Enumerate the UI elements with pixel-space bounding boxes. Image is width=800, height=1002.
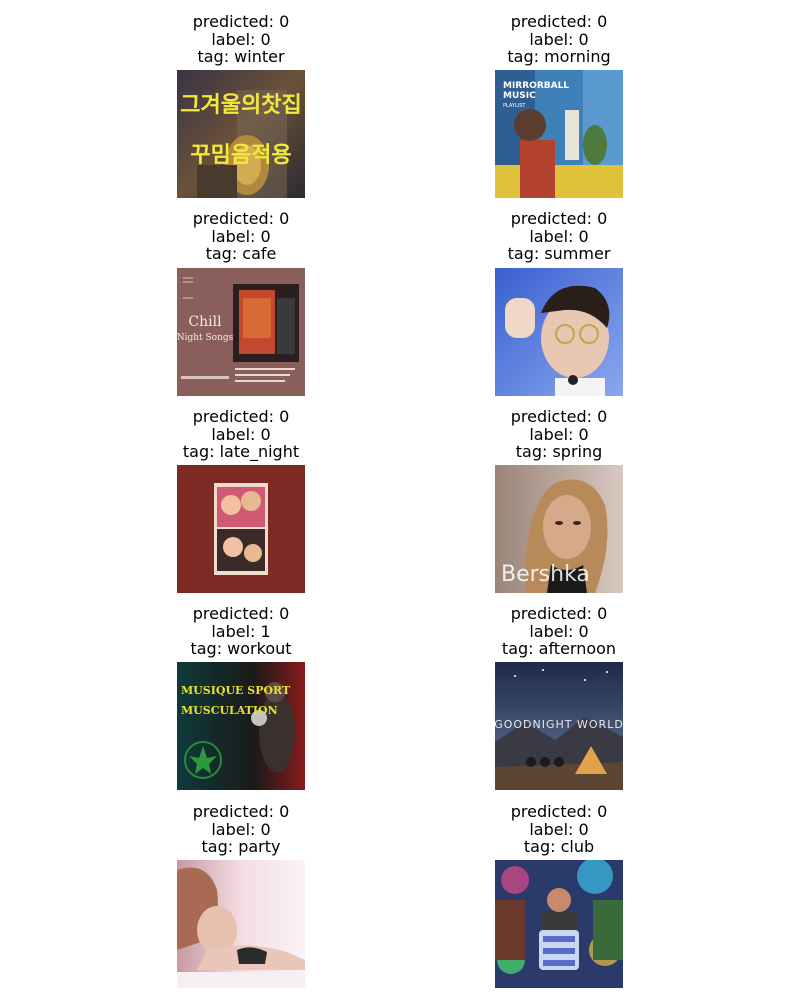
sample-cell: predicted: 0 label: 0 tag: afternoon [399, 605, 719, 658]
label-text: label: 0 [529, 819, 589, 839]
thumbnail-text: 그겨울의찻집 [180, 93, 301, 118]
tag-text: tag: afternoon [501, 639, 617, 658]
sample-caption: predicted: 0 label: 0 tag: summer [399, 210, 719, 263]
sample-thumbnail: Chill Night Songs [177, 268, 305, 396]
tag-text: tag: late_night [182, 442, 300, 461]
sample-caption: predicted: 0 label: 0 tag: cafe [81, 210, 401, 263]
label-text: label: 0 [211, 819, 271, 839]
label-text: label: 0 [529, 29, 589, 49]
sample-cell: predicted: 0 label: 0 tag: club [399, 803, 719, 856]
predicted-text: predicted: 0 [192, 802, 290, 821]
sample-caption: predicted: 0 label: 1 tag: workout [81, 605, 401, 658]
sample-caption: predicted: 0 label: 0 tag: club [399, 803, 719, 856]
tag-text: tag: cafe [205, 244, 277, 263]
thumbnail-text: GOODNIGHT WORLD [495, 718, 623, 731]
thumbnail-text: PLAYLIST [503, 103, 526, 109]
label-text: label: 0 [529, 621, 589, 641]
sample-caption: predicted: 0 label: 0 tag: late_night [81, 408, 401, 461]
sample-cell: predicted: 0 label: 0 tag: summer [399, 210, 719, 263]
thumbnail-text: Chill [188, 314, 222, 330]
label-text: label: 0 [211, 226, 271, 246]
tag-text: tag: party [201, 837, 281, 856]
sample-thumbnail [177, 860, 305, 988]
sample-cell: predicted: 0 label: 0 tag: party [81, 803, 401, 856]
thumbnail-text: Night Songs [177, 333, 234, 343]
tag-text: tag: summer [507, 244, 611, 263]
sample-cell: predicted: 0 label: 1 tag: workout [81, 605, 401, 658]
thumbnail-text: MIRRORBALL [503, 81, 569, 91]
sample-thumbnail [495, 860, 623, 988]
sample-thumbnail: MUSIQUE SPORT MUSCULATION [177, 662, 305, 790]
predicted-text: predicted: 0 [510, 407, 608, 426]
tag-text: tag: morning [507, 47, 611, 66]
thumbnail-text: MUSCULATION [181, 704, 278, 717]
label-text: label: 0 [529, 424, 589, 444]
predicted-text: predicted: 0 [510, 604, 608, 623]
sample-caption: predicted: 0 label: 0 tag: afternoon [399, 605, 719, 658]
predicted-text: predicted: 0 [510, 12, 608, 31]
sample-cell: predicted: 0 label: 0 tag: late_night [81, 408, 401, 461]
sample-thumbnail: 그겨울의찻집 꾸밈음적용 [177, 70, 305, 198]
predicted-text: predicted: 0 [510, 802, 608, 821]
thumbnail-text: Bershka [501, 562, 590, 587]
sample-cell: predicted: 0 label: 0 tag: spring [399, 408, 719, 461]
sample-thumbnail [177, 465, 305, 593]
predicted-text: predicted: 0 [192, 407, 290, 426]
predicted-text: predicted: 0 [510, 209, 608, 228]
sample-caption: predicted: 0 label: 0 tag: spring [399, 408, 719, 461]
label-text: label: 1 [211, 621, 271, 641]
predicted-text: predicted: 0 [192, 209, 290, 228]
sample-thumbnail: MIRRORBALL MUSIC PLAYLIST [495, 70, 623, 198]
predicted-text: predicted: 0 [192, 12, 290, 31]
sample-caption: predicted: 0 label: 0 tag: winter [81, 13, 401, 66]
sample-cell: predicted: 0 label: 0 tag: winter [81, 13, 401, 66]
sample-thumbnail: GOODNIGHT WORLD [495, 662, 623, 790]
tag-text: tag: winter [197, 47, 285, 66]
sample-caption: predicted: 0 label: 0 tag: party [81, 803, 401, 856]
prediction-grid: { "samples": [ { "predicted": "predicted… [0, 0, 800, 1002]
sample-thumbnail [495, 268, 623, 396]
sample-caption: predicted: 0 label: 0 tag: morning [399, 13, 719, 66]
label-text: label: 0 [211, 424, 271, 444]
tag-text: tag: spring [515, 442, 603, 461]
predicted-text: predicted: 0 [192, 604, 290, 623]
tag-text: tag: workout [190, 639, 292, 658]
thumbnail-text: MUSIQUE SPORT [181, 684, 291, 697]
sample-cell: predicted: 0 label: 0 tag: morning [399, 13, 719, 66]
sample-cell: predicted: 0 label: 0 tag: cafe [81, 210, 401, 263]
thumbnail-text: 꾸밈음적용 [190, 143, 291, 168]
tag-text: tag: club [523, 837, 595, 856]
label-text: label: 0 [211, 29, 271, 49]
thumbnail-text: MUSIC [503, 91, 536, 101]
label-text: label: 0 [529, 226, 589, 246]
sample-thumbnail: Bershka [495, 465, 623, 593]
